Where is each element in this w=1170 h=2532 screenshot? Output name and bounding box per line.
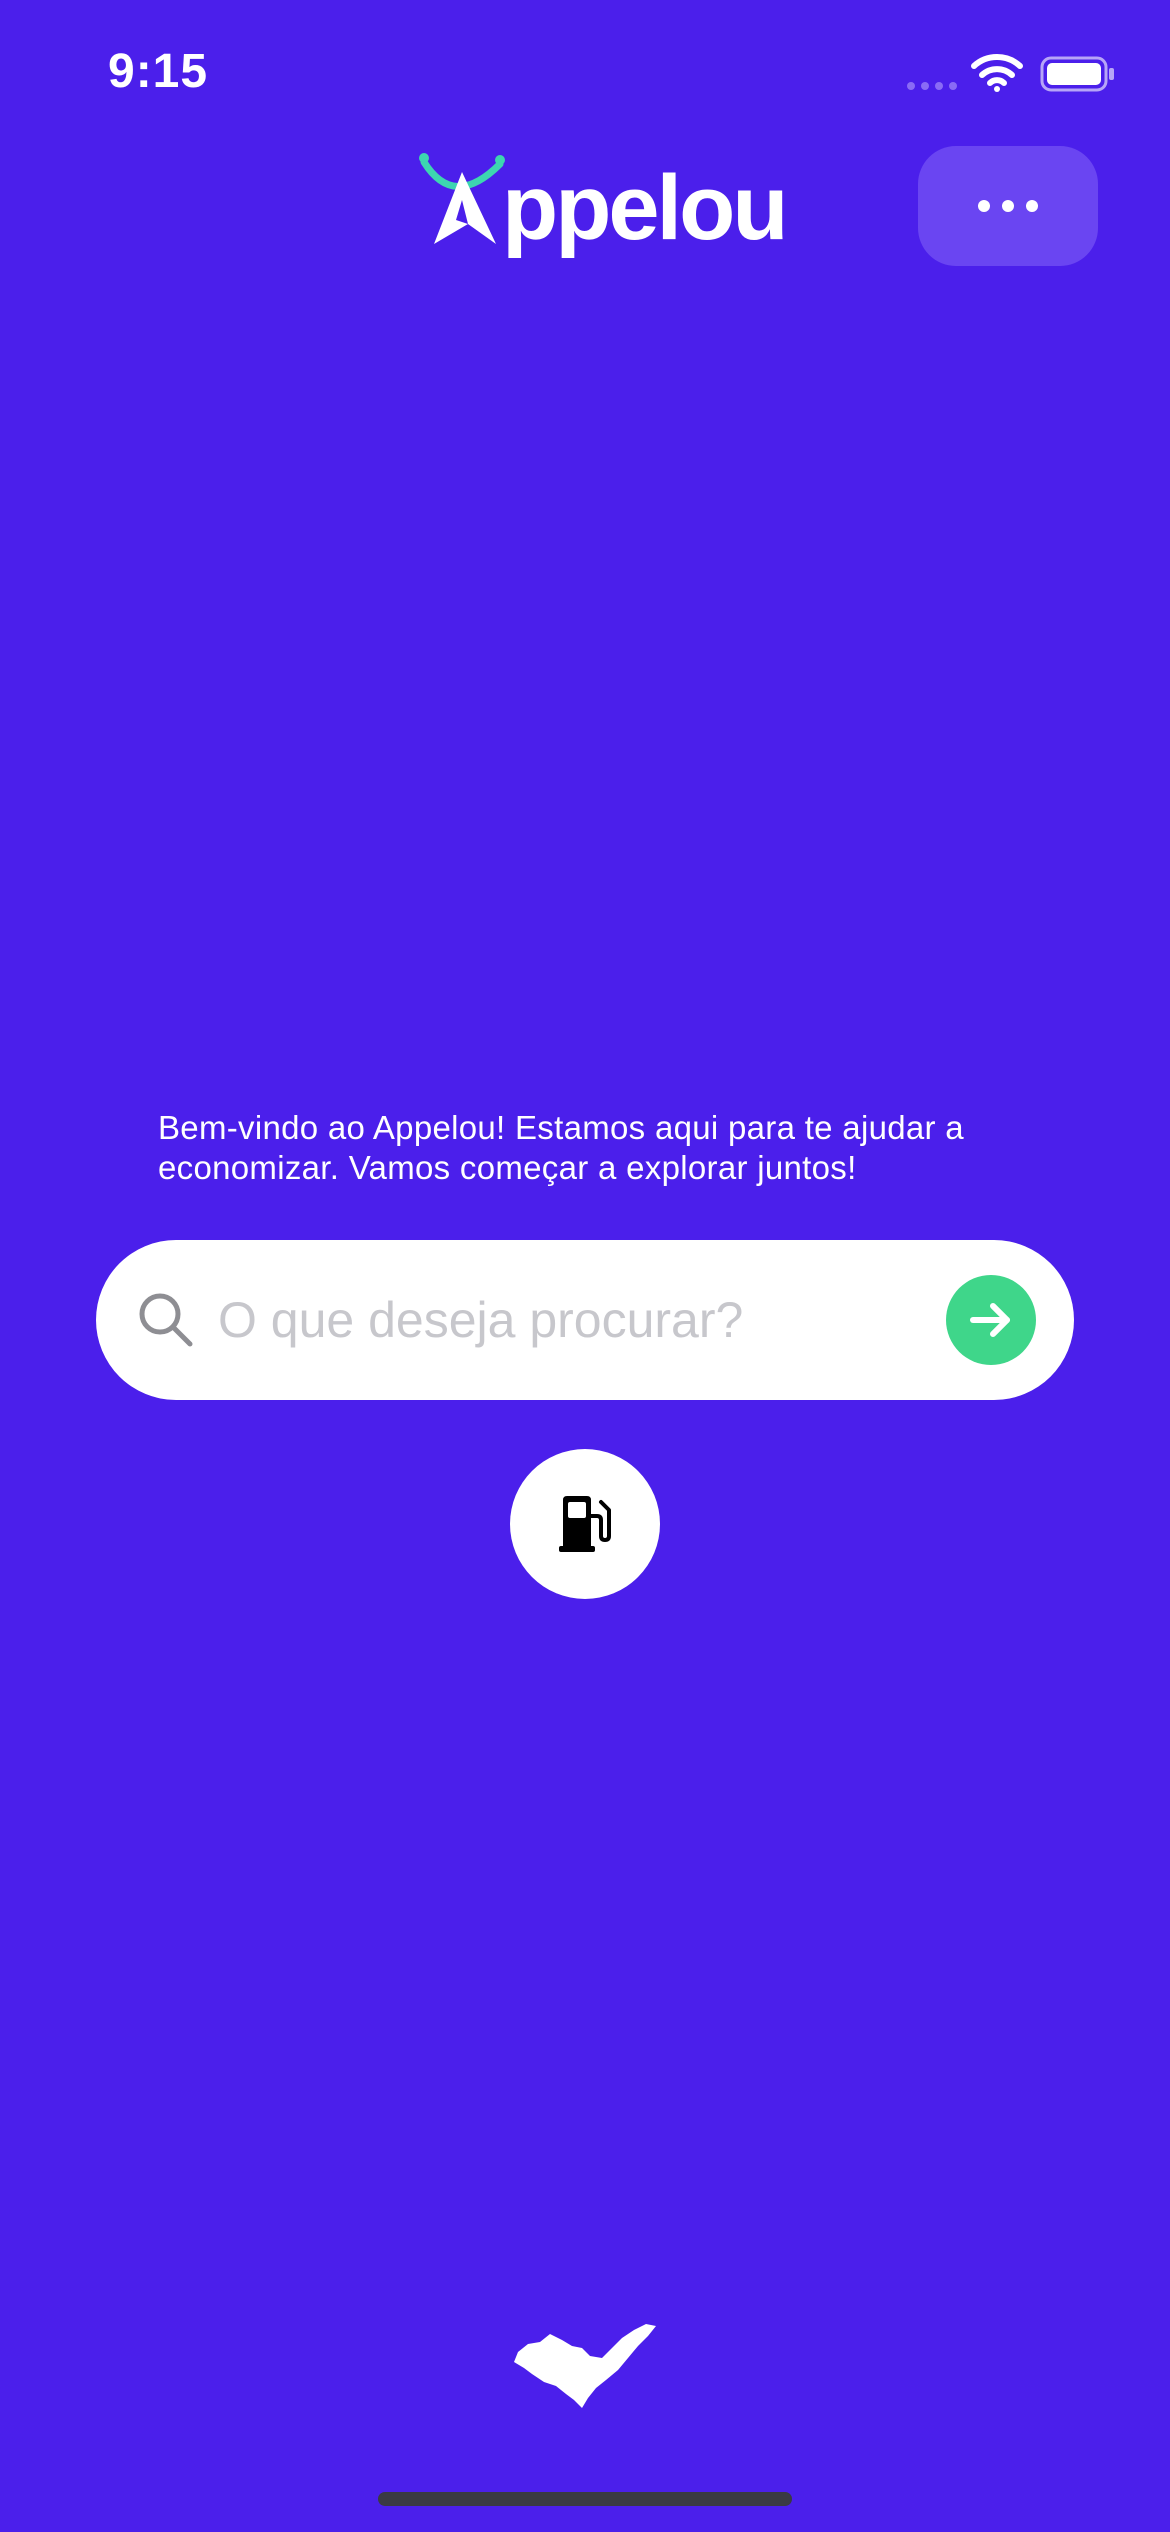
home-indicator[interactable] bbox=[378, 2492, 792, 2506]
signal-icon bbox=[907, 82, 957, 90]
wifi-icon bbox=[971, 54, 1023, 92]
logo-text: ppelou bbox=[502, 157, 789, 259]
status-time: 9:15 bbox=[108, 45, 209, 98]
fuel-pump-icon bbox=[559, 1496, 611, 1552]
welcome-message: Bem-vindo ao Appelou! Estamos aqui para … bbox=[158, 1109, 964, 1186]
more-horizontal-icon bbox=[978, 200, 1038, 212]
fuel-category-button[interactable] bbox=[510, 1449, 660, 1599]
arrow-right-icon bbox=[970, 1303, 1010, 1337]
search-input[interactable] bbox=[218, 1280, 898, 1360]
logo-a-mark-icon bbox=[419, 153, 505, 244]
more-options-button[interactable] bbox=[918, 146, 1098, 266]
status-bar: 9:15 bbox=[0, 0, 1170, 140]
app-logo: ppelou bbox=[416, 150, 789, 270]
battery-icon bbox=[1040, 56, 1114, 92]
search-bar[interactable] bbox=[96, 1240, 1074, 1400]
search-submit-button[interactable] bbox=[946, 1275, 1036, 1365]
state-map-icon bbox=[514, 2324, 656, 2408]
search-icon bbox=[139, 1293, 193, 1347]
